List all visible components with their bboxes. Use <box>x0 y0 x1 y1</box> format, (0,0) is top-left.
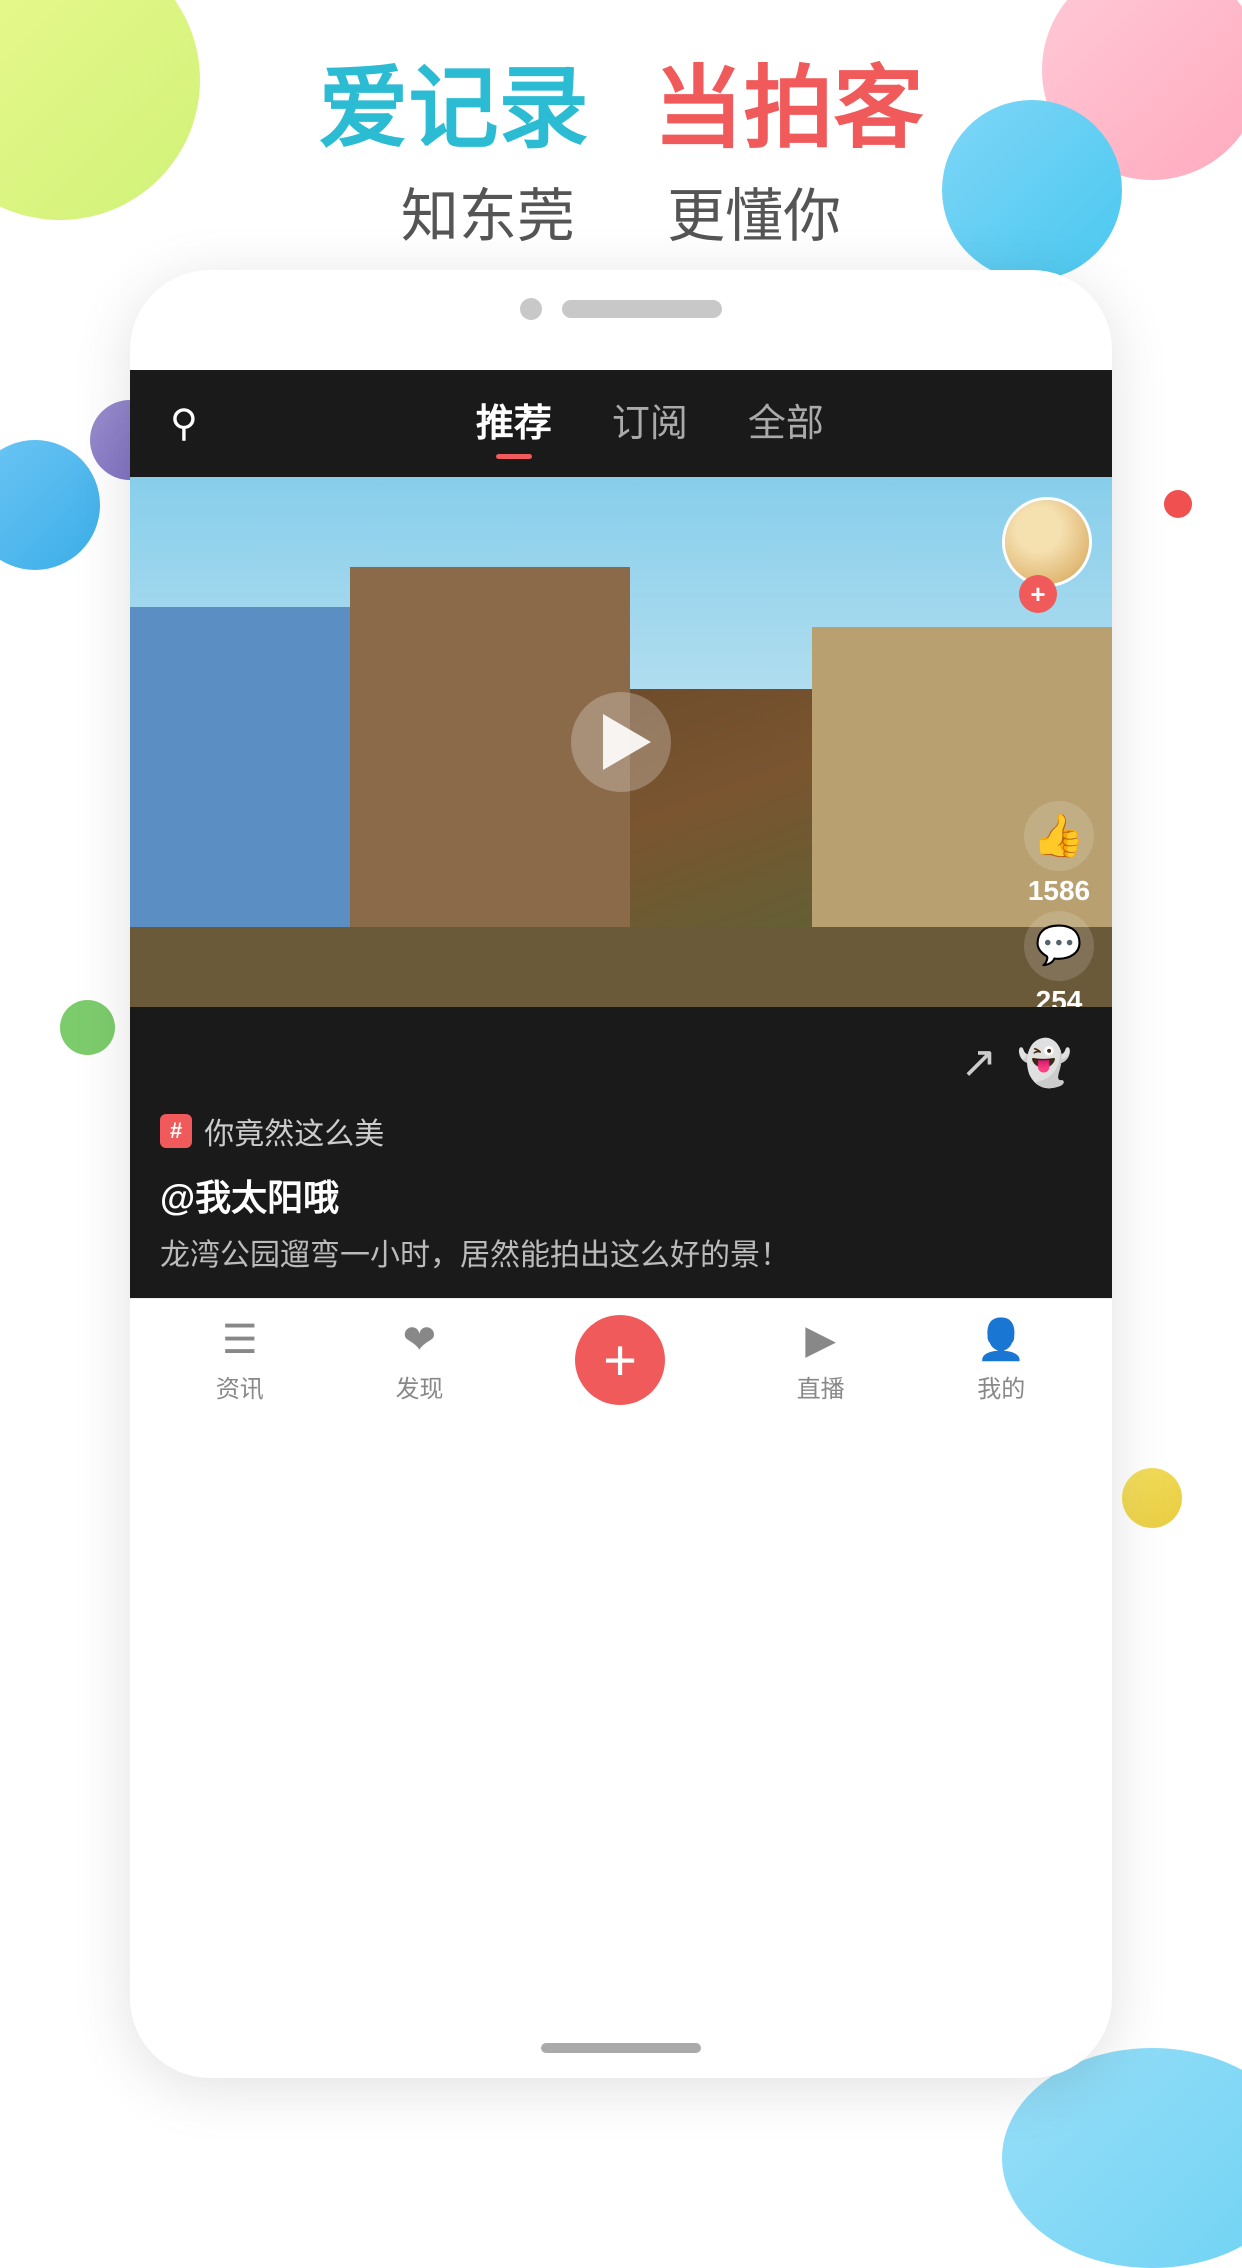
follow-button[interactable]: + <box>1019 575 1057 613</box>
nav-bar: ⚲ 推荐 订阅 全部 <box>130 370 1112 477</box>
thumbs-up-icon: 👍 <box>1033 812 1085 861</box>
tab-item-profile[interactable]: 👤 我的 <box>976 1316 1026 1404</box>
blob-green-left <box>60 1000 115 1055</box>
like-count: 1586 <box>1028 875 1090 907</box>
header-part2: 当拍客 <box>654 59 924 159</box>
blob-blue-left <box>0 440 100 570</box>
tab-label-discover: 发现 <box>395 1369 443 1404</box>
header-part1: 爱记录 <box>318 59 588 159</box>
add-button[interactable]: + <box>575 1315 665 1405</box>
like-area: 👍 1586 <box>1024 801 1094 907</box>
comment-icon: 💬 <box>1035 924 1082 968</box>
play-button[interactable] <box>571 692 671 792</box>
live-icon: ▶ <box>805 1317 836 1363</box>
blob-red-right <box>1164 490 1192 518</box>
hashtag-row: # 你竟然这么美 <box>160 1109 1082 1153</box>
phone-frame: ⚲ 推荐 订阅 全部 + <box>130 270 1112 2078</box>
news-icon: ☰ <box>222 1317 258 1363</box>
comment-count: 254 <box>1036 985 1083 1007</box>
phone-notch-area <box>130 270 1112 320</box>
comment-area: 💬 254 <box>1024 911 1094 1007</box>
search-icon[interactable]: ⚲ <box>170 401 198 446</box>
notch-dot <box>520 298 542 320</box>
header-sub: 知东莞 更懂你 <box>0 169 1242 253</box>
tab-all[interactable]: 全部 <box>748 392 824 455</box>
bottom-tab-bar: ☰ 资讯 ❤ 发现 + ▶ 直播 👤 我的 <box>130 1298 1112 1421</box>
avatar <box>1002 497 1092 587</box>
tab-item-discover[interactable]: ❤ 发现 <box>395 1317 443 1404</box>
ghost-icon[interactable]: 👻 <box>1017 1037 1072 1089</box>
avatar-image <box>1005 500 1089 584</box>
scene-ground <box>130 927 1112 1007</box>
notch-bar <box>562 300 722 318</box>
tab-recommended[interactable]: 推荐 <box>476 392 552 455</box>
tab-label-profile: 我的 <box>977 1369 1025 1404</box>
like-button[interactable]: 👍 <box>1024 801 1094 871</box>
video-area: + 👍 1586 💬 254 <box>130 477 1112 1007</box>
subtitle-part2: 更懂你 <box>667 184 841 249</box>
share-icon[interactable]: ↗ <box>960 1037 997 1089</box>
nav-tabs: 推荐 订阅 全部 <box>228 392 1072 455</box>
content-area: # 你竟然这么美 @我太阳哦 龙湾公园遛弯一小时，居然能拍出这么好的景！ <box>130 1099 1112 1298</box>
tab-label-news: 资讯 <box>216 1369 264 1404</box>
content-username[interactable]: @我太阳哦 <box>160 1169 1082 1221</box>
tab-item-live[interactable]: ▶ 直播 <box>797 1317 845 1404</box>
subtitle-part1: 知东莞 <box>401 184 575 249</box>
dark-section: ↗ 👻 <box>130 1007 1112 1099</box>
tab-label-live: 直播 <box>797 1369 845 1404</box>
action-row: ↗ 👻 <box>160 1027 1082 1099</box>
comment-button[interactable]: 💬 <box>1024 911 1094 981</box>
profile-icon: 👤 <box>976 1316 1026 1363</box>
blob-yellow-right <box>1122 1468 1182 1528</box>
home-indicator <box>541 2043 701 2053</box>
tab-subscribed[interactable]: 订阅 <box>612 392 688 455</box>
hashtag-badge: # <box>160 1114 192 1148</box>
content-description: 龙湾公园遛弯一小时，居然能拍出这么好的景！ <box>160 1233 1082 1278</box>
hashtag-text: 你竟然这么美 <box>204 1109 384 1153</box>
blob-blue-bottom <box>1002 2048 1242 2268</box>
play-triangle-icon <box>603 714 651 770</box>
header-main: 爱记录 当拍客 <box>0 60 1242 159</box>
discover-icon: ❤ <box>403 1317 437 1363</box>
app-screen: ⚲ 推荐 订阅 全部 + <box>130 370 1112 1998</box>
header-area: 爱记录 当拍客 知东莞 更懂你 <box>0 60 1242 253</box>
tab-item-news[interactable]: ☰ 资讯 <box>216 1317 264 1404</box>
